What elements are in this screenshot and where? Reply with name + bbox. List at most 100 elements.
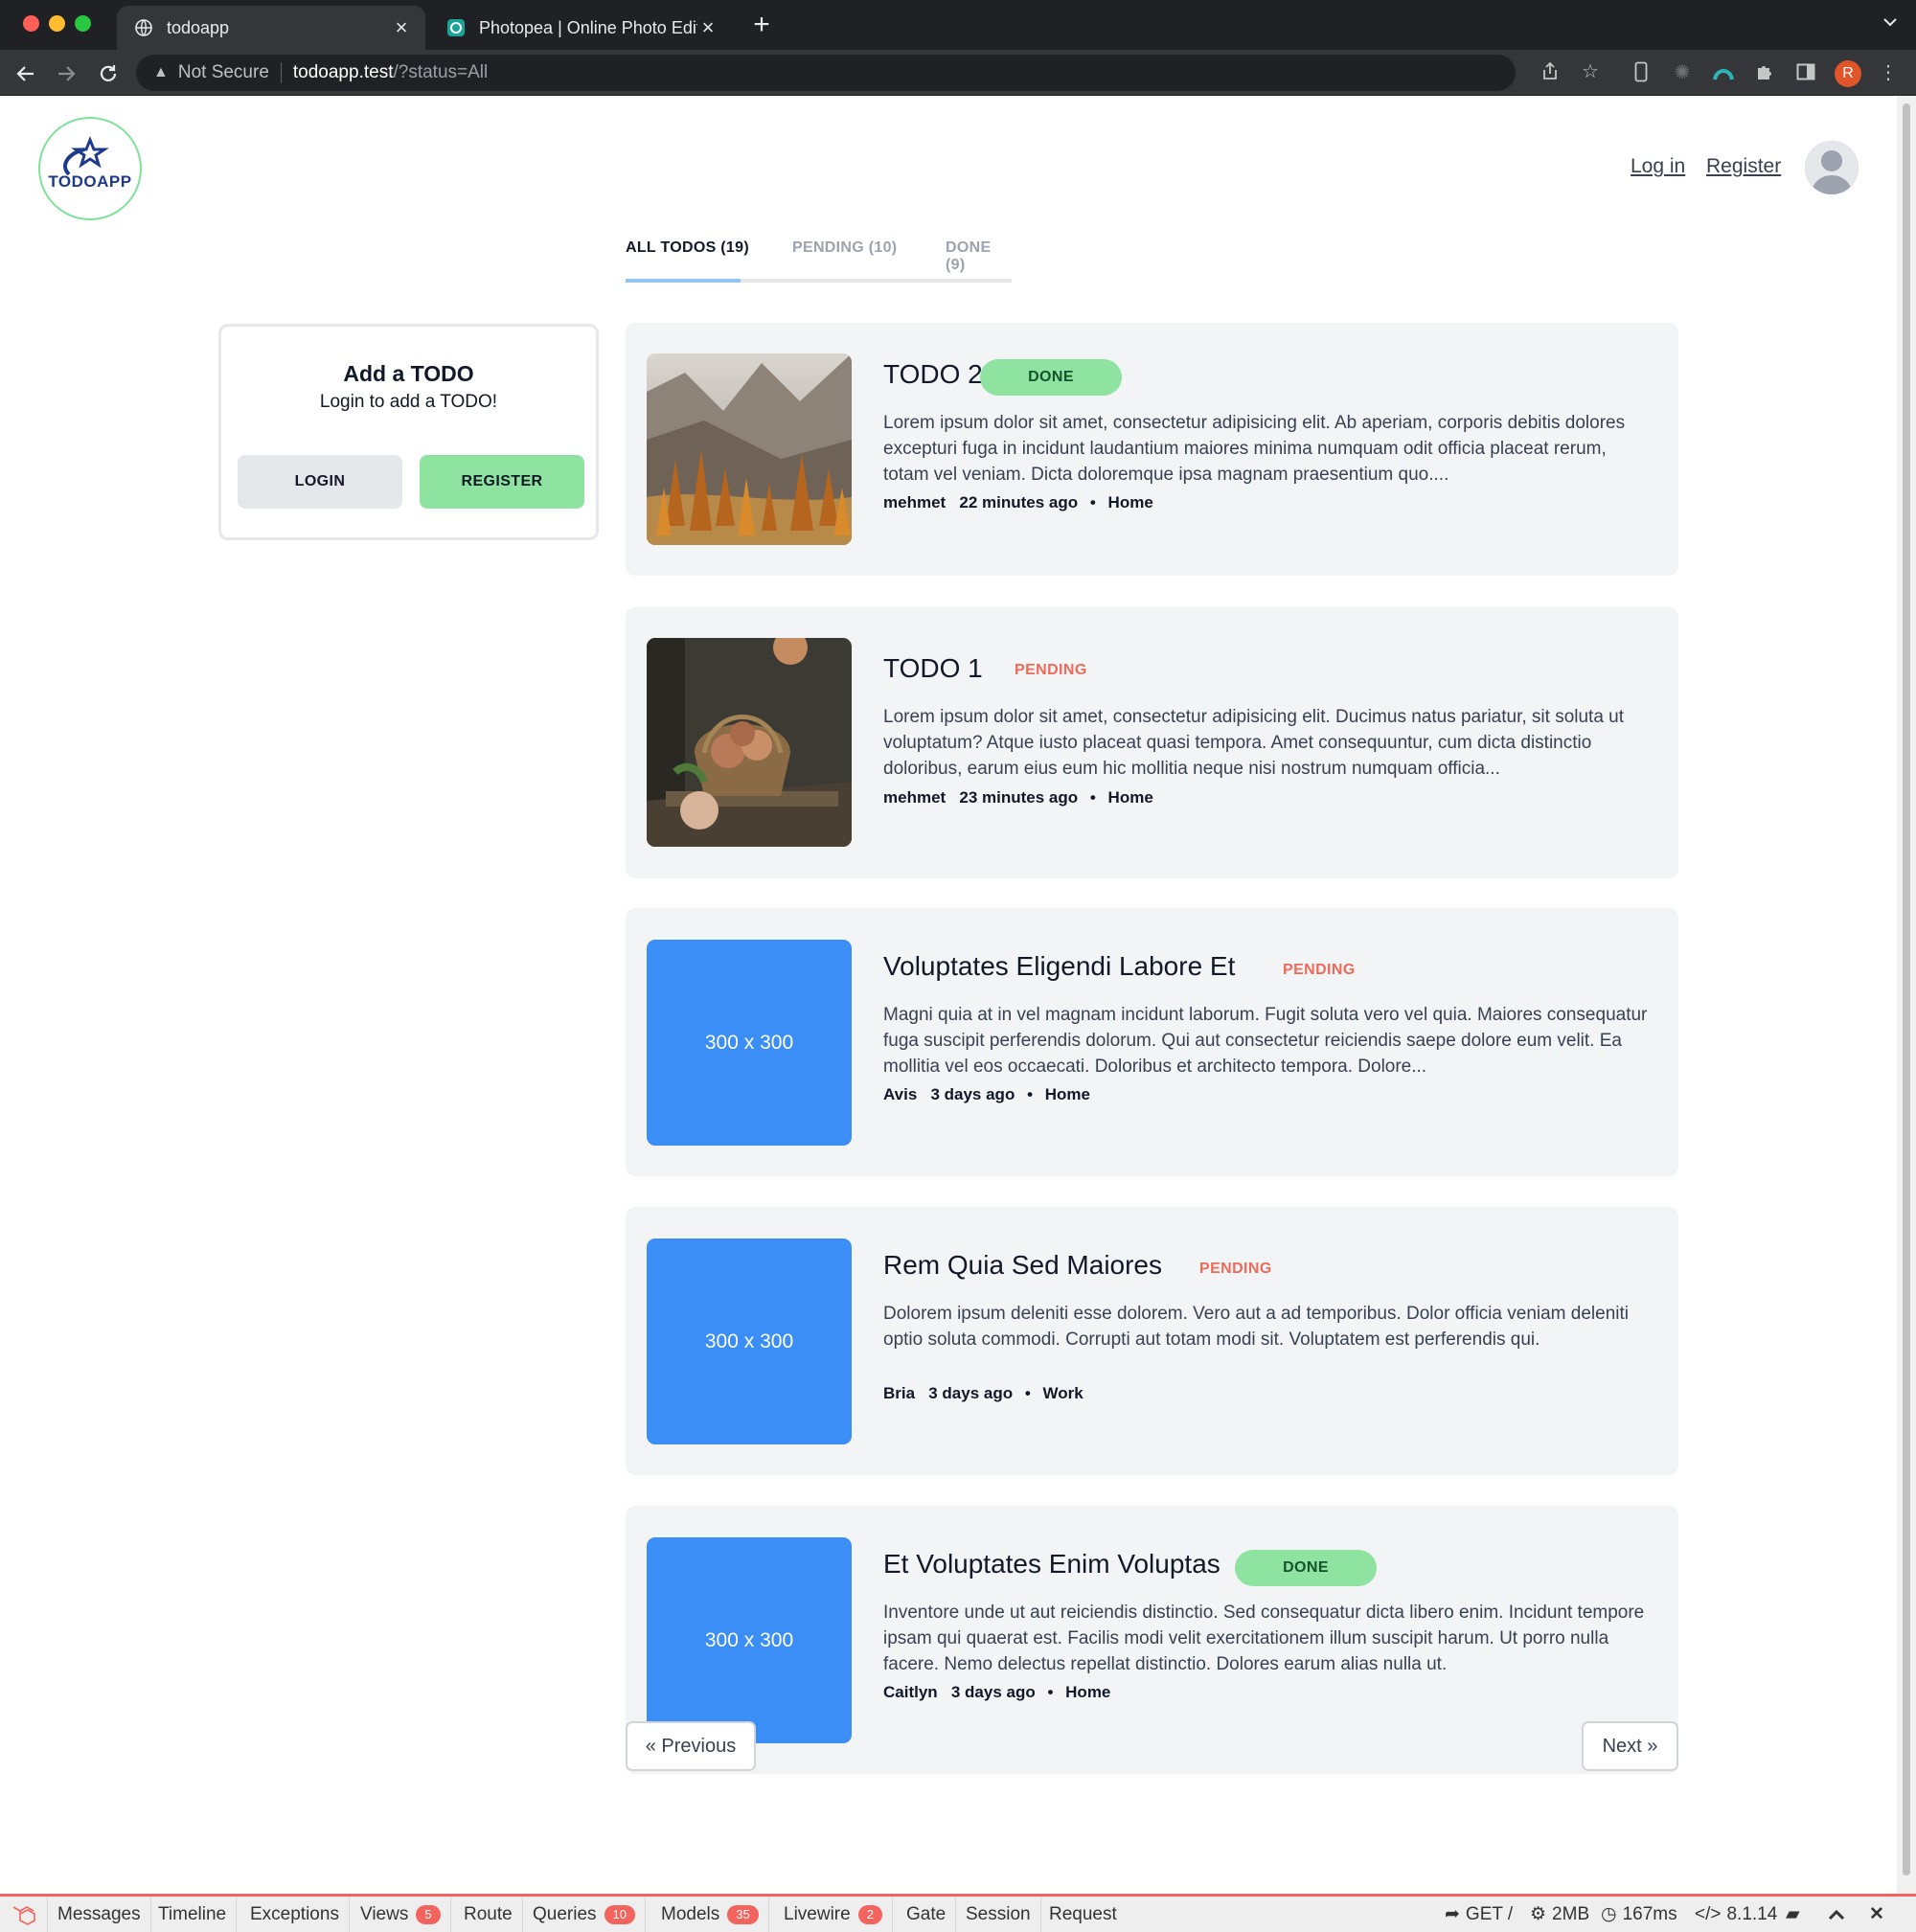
register-button[interactable]: REGISTER [420,455,584,509]
placeholder-image: 300 x 300 [647,940,852,1146]
todo-title[interactable]: TODO 1 [883,653,983,684]
logo-text: TODOAPP [48,172,132,191]
folder-open-icon[interactable]: ▰ [1786,1897,1800,1932]
debugbar-tab-label: Livewire [784,1903,851,1924]
minimize-window-button[interactable] [49,15,65,32]
app-logo[interactable]: TODOAPP [38,117,142,220]
debugbar-logo-icon[interactable] [0,1897,48,1932]
todo-body: Lorem ipsum dolor sit amet, consectetur … [883,413,1626,485]
user-avatar[interactable] [1805,141,1859,194]
debugbar-tab-timeline[interactable]: Timeline [148,1897,238,1932]
close-debugbar-icon[interactable]: ✕ [1869,1897,1884,1932]
puzzle-extensions-icon[interactable] [1752,59,1777,84]
debugbar-tab-models[interactable]: Models 35 [651,1897,769,1932]
phone-icon[interactable] [1629,59,1654,84]
todo-image [647,638,852,847]
code-icon: </> [1695,1903,1722,1924]
todo-meta: Caitlyn 3 days ago • Home [883,1683,1110,1702]
tab-all-todos[interactable]: ALL TODOS (19) [626,239,749,257]
status-badge-done: DONE [980,359,1122,396]
tab-done[interactable]: DONE (9) [946,239,1012,274]
debugbar-tab-label: Route [464,1903,513,1924]
debugbar-tab-request[interactable]: Request [1039,1897,1127,1932]
todo-title[interactable]: Voluptates Eligendi Labore Et [883,951,1235,982]
next-page-button[interactable]: Next » [1582,1721,1678,1771]
todo-card[interactable]: TODO 2 DONE Lorem ipsum dolor sit amet, … [626,323,1678,576]
forward-arrow-icon[interactable] [54,61,79,86]
debugbar-tab-gate[interactable]: Gate [897,1897,957,1932]
share-icon[interactable] [1539,59,1562,82]
status-filter-tabs: ALL TODOS (19) PENDING (10) DONE (9) [626,239,1012,283]
security-label: Not Secure [177,62,269,82]
share-arrow-icon: ➦ [1445,1904,1460,1924]
views-count-badge: 5 [416,1904,441,1924]
todo-title[interactable]: Et Voluptates Enim Voluptas [883,1549,1220,1580]
new-tab-button[interactable]: + [747,11,776,40]
reload-icon[interactable] [96,61,121,86]
debugbar-tab-route[interactable]: Route [454,1897,523,1932]
tab-title: todoapp [167,17,230,37]
todo-card[interactable]: TODO 1 PENDING Lorem ipsum dolor sit ame… [626,607,1678,878]
livewire-count-badge: 2 [857,1904,882,1924]
debugbar-tab-label: Request [1049,1903,1117,1924]
chevron-up-icon[interactable] [1828,1897,1845,1932]
browser-toolbar: ▲ Not Secure todoapp.test/?status=All ☆ … [0,50,1916,96]
bookmark-star-icon[interactable]: ☆ [1579,59,1602,82]
kebab-menu-icon[interactable]: ⋮ [1876,59,1901,84]
scrollbar-thumb[interactable] [1903,103,1910,1875]
meta-separator: • [1027,1085,1034,1103]
tab-pending[interactable]: PENDING (10) [792,239,897,257]
previous-page-button[interactable]: « Previous [626,1721,756,1771]
chevron-down-icon[interactable] [1882,13,1899,35]
debugbar-tab-livewire[interactable]: Livewire 2 [774,1897,893,1932]
wave-extension-icon[interactable] [1711,59,1736,84]
request-duration: 167ms [1622,1903,1677,1924]
debugbar-tab-queries[interactable]: Queries 10 [523,1897,646,1932]
close-tab-icon[interactable]: × [697,17,718,38]
url-host: todoapp.test [292,62,394,82]
request-method: GET / [1465,1903,1514,1924]
debugbar-tab-session[interactable]: Session [956,1897,1041,1932]
debugbar-tab-label: Session [966,1903,1031,1924]
photopea-icon [446,18,466,37]
login-button[interactable]: LOGIN [238,455,402,509]
page-scrollbar[interactable] [1897,96,1916,1894]
todo-card[interactable]: 300 x 300 Rem Quia Sed Maiores PENDING D… [626,1207,1678,1475]
todo-card[interactable]: 300 x 300 Voluptates Eligendi Labore Et … [626,908,1678,1176]
login-link[interactable]: Log in [1631,155,1685,178]
meta-separator: • [1089,493,1096,511]
browser-tab-photopea[interactable]: Photopea | Online Photo Editor × [429,6,732,50]
todo-meta: mehmet 22 minutes ago • Home [883,493,1153,512]
browser-profile-avatar[interactable]: R [1835,60,1861,87]
debugbar-tab-views[interactable]: Views 5 [351,1897,451,1932]
active-tab-indicator [626,279,741,283]
todo-title[interactable]: Rem Quia Sed Maiores [883,1250,1162,1281]
close-window-button[interactable] [23,15,39,32]
warning-icon[interactable]: ▲ [153,64,169,81]
queries-count-badge: 10 [604,1904,635,1924]
address-bar[interactable]: ▲ Not Secure todoapp.test/?status=All [136,55,1516,91]
models-count-badge: 35 [727,1904,759,1924]
todo-body: Inventore unde ut aut reiciendis distinc… [883,1602,1645,1674]
status-badge-pending: PENDING [1015,662,1087,678]
debugbar-tab-label: Gate [906,1903,947,1924]
debugbar-tab-label: Messages [57,1903,141,1924]
todo-meta: mehmet 23 minutes ago • Home [883,788,1153,807]
todo-card[interactable]: 300 x 300 Et Voluptates Enim Voluptas DO… [626,1506,1678,1774]
gear-extension-icon[interactable]: ✺ [1670,59,1695,84]
debugbar-method: ➦ GET / [1445,1897,1513,1932]
add-todo-heading: Add a TODO [343,361,474,386]
side-panel-icon[interactable] [1793,59,1818,84]
url-path: /?status=All [393,62,489,82]
todo-author: Caitlyn [883,1683,938,1701]
tab-title: Photopea | Online Photo Editor [479,17,697,37]
todo-title[interactable]: TODO 2 [883,359,983,390]
register-link[interactable]: Register [1706,155,1781,178]
browser-tab-todoapp[interactable]: todoapp × [117,6,425,50]
debugbar-duration: ◷ 167ms [1601,1897,1677,1932]
debugbar-tab-exceptions[interactable]: Exceptions [240,1897,350,1932]
back-arrow-icon[interactable] [13,61,38,86]
close-tab-icon[interactable]: × [391,17,412,38]
debugbar-tab-messages[interactable]: Messages [48,1897,151,1932]
zoom-window-button[interactable] [75,15,91,32]
